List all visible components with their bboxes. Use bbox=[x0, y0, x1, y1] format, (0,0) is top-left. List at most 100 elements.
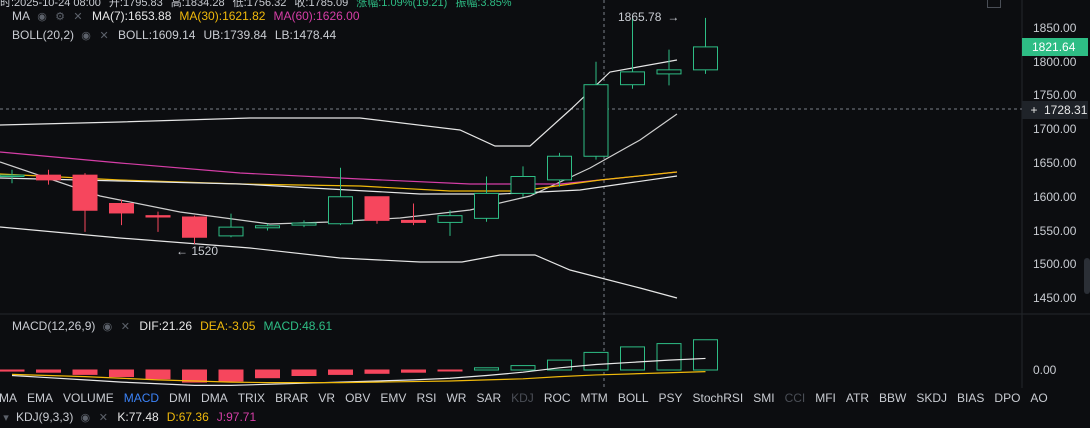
close-icon[interactable]: ✕ bbox=[97, 411, 109, 424]
tab-volume[interactable]: VOLUME bbox=[58, 391, 119, 405]
macd-histogram-bar bbox=[36, 369, 61, 373]
tab-dmi[interactable]: DMI bbox=[164, 391, 196, 405]
candle-body[interactable] bbox=[328, 196, 353, 225]
candle-body[interactable] bbox=[693, 46, 718, 71]
tab-emv[interactable]: EMV bbox=[375, 391, 411, 405]
boll-ub-value: UB:1739.84 bbox=[203, 28, 267, 42]
ma-legend-name: MA bbox=[12, 9, 30, 23]
macd-histogram-bar bbox=[437, 369, 463, 372]
tab-sar[interactable]: SAR bbox=[471, 391, 506, 405]
macd-histogram-bar bbox=[328, 369, 353, 375]
macd-histogram-bar bbox=[291, 369, 317, 376]
close-icon[interactable]: ✕ bbox=[72, 10, 84, 23]
candle-body[interactable] bbox=[72, 174, 98, 211]
kdj-legend-name: KDJ(9,3,3) bbox=[16, 410, 74, 424]
candle-body[interactable] bbox=[474, 192, 499, 219]
macd-histogram-bar bbox=[145, 369, 171, 380]
boll-upper-line bbox=[0, 59, 678, 147]
indicator-tabs: MA EMA VOLUME MACD DMI DMA TRIX BRAR VR OBV EMV RSI… bbox=[0, 388, 1053, 408]
eye-icon[interactable]: ◉ bbox=[36, 10, 48, 23]
price-tick-label: 1600.00 bbox=[1033, 190, 1077, 204]
tab-bias[interactable]: BIAS bbox=[952, 391, 989, 405]
candle-body[interactable] bbox=[182, 216, 207, 238]
macd-histogram-bar bbox=[109, 369, 134, 378]
tab-psy[interactable]: PSY bbox=[654, 391, 688, 405]
tab-trix[interactable]: TRIX bbox=[233, 391, 270, 405]
tab-kdj[interactable]: KDJ bbox=[506, 391, 539, 405]
tab-roc[interactable]: ROC bbox=[539, 391, 576, 405]
close-icon[interactable]: ✕ bbox=[119, 320, 131, 333]
tab-wr[interactable]: WR bbox=[441, 391, 471, 405]
close-icon[interactable]: ✕ bbox=[98, 29, 110, 42]
candle-body[interactable] bbox=[291, 222, 317, 226]
crosshair-price-tag: +1728.31 bbox=[1022, 101, 1088, 119]
kdj-legend: ▾ KDJ(9,3,3) ◉ ✕ K:77.48 D:67.36 J:97.71 bbox=[0, 410, 256, 424]
tab-skdj[interactable]: SKDJ bbox=[911, 391, 952, 405]
tab-ema[interactable]: EMA bbox=[22, 391, 58, 405]
tab-vr[interactable]: VR bbox=[313, 391, 340, 405]
eye-icon[interactable]: ◉ bbox=[80, 29, 92, 42]
boll-lower-line bbox=[0, 226, 678, 299]
boll-mid-value: BOLL:1609.14 bbox=[118, 28, 196, 42]
current-price-tag: 1821.64 bbox=[1022, 38, 1088, 56]
kdj-d-value: D:67.36 bbox=[166, 410, 209, 424]
tab-ao[interactable]: AO bbox=[1025, 391, 1052, 405]
tab-atr[interactable]: ATR bbox=[841, 391, 874, 405]
macd-histogram-bar bbox=[693, 339, 718, 371]
macd-histogram-bar bbox=[620, 346, 645, 371]
candle-body[interactable] bbox=[109, 203, 134, 214]
tab-mtm[interactable]: MTM bbox=[575, 391, 612, 405]
candle-body[interactable] bbox=[145, 215, 171, 218]
tab-dma[interactable]: DMA bbox=[196, 391, 233, 405]
candle-body[interactable] bbox=[364, 196, 390, 221]
high-annotation: 1865.78 → bbox=[618, 10, 679, 24]
candle-body[interactable] bbox=[656, 69, 682, 75]
candle-body[interactable] bbox=[218, 226, 244, 237]
price-tick-label: 1850.00 bbox=[1033, 21, 1077, 35]
tab-stochrsi[interactable]: StochRSI bbox=[688, 391, 749, 405]
tab-cci[interactable]: CCI bbox=[780, 391, 811, 405]
macd-histogram-bar bbox=[583, 351, 609, 371]
chevron-down-icon[interactable]: ▾ bbox=[0, 411, 12, 424]
macd-histogram-bar bbox=[72, 369, 98, 375]
candle-body[interactable] bbox=[255, 225, 280, 229]
tab-ma[interactable]: MA bbox=[0, 391, 22, 405]
tab-rsi[interactable]: RSI bbox=[411, 391, 441, 405]
eye-icon[interactable]: ◉ bbox=[79, 411, 91, 424]
tab-macd[interactable]: MACD bbox=[119, 391, 164, 405]
tab-smi[interactable]: SMI bbox=[748, 391, 779, 405]
candle-body[interactable] bbox=[0, 174, 25, 177]
macd-histogram-bar bbox=[401, 369, 426, 373]
macd-histogram-bar bbox=[364, 369, 390, 374]
macd-legend-name: MACD(12,26,9) bbox=[12, 319, 96, 333]
candle-body[interactable] bbox=[36, 174, 61, 181]
tab-bbw[interactable]: BBW bbox=[874, 391, 911, 405]
candle-body[interactable] bbox=[510, 176, 536, 194]
macd-histogram-bar bbox=[656, 343, 682, 371]
candlestick-chart[interactable] bbox=[0, 0, 1090, 428]
kdj-j-value: J:97.71 bbox=[216, 410, 257, 424]
candle-body[interactable] bbox=[401, 219, 426, 223]
kdj-k-value: K:77.48 bbox=[117, 410, 159, 424]
ohlc-amplitude: 振幅:3.85% bbox=[455, 0, 512, 9]
tab-brar[interactable]: BRAR bbox=[270, 391, 313, 405]
candle-body[interactable] bbox=[620, 71, 645, 86]
candle-body[interactable] bbox=[547, 155, 572, 181]
price-tick-label: 1650.00 bbox=[1033, 156, 1077, 170]
candle-body[interactable] bbox=[583, 84, 609, 157]
settings-icon[interactable]: ⚙ bbox=[54, 10, 66, 23]
tab-obv[interactable]: OBV bbox=[340, 391, 375, 405]
price-tick-label: 1550.00 bbox=[1033, 224, 1077, 238]
macd-dif-value: DIF:21.26 bbox=[139, 319, 193, 333]
high-annotation-arrow: → bbox=[667, 10, 680, 24]
tab-dpo[interactable]: DPO bbox=[989, 391, 1025, 405]
eye-icon[interactable]: ◉ bbox=[101, 320, 113, 333]
tab-boll[interactable]: BOLL bbox=[613, 391, 654, 405]
candle-body[interactable] bbox=[437, 215, 463, 223]
fullscreen-icon[interactable] bbox=[987, 0, 1001, 8]
price-scroll-handle[interactable] bbox=[1084, 258, 1090, 294]
macd-group bbox=[0, 339, 718, 386]
price-tick-label: 1450.00 bbox=[1033, 291, 1077, 305]
tab-mfi[interactable]: MFI bbox=[810, 391, 841, 405]
crosshair-plus-icon[interactable]: + bbox=[1024, 101, 1044, 119]
